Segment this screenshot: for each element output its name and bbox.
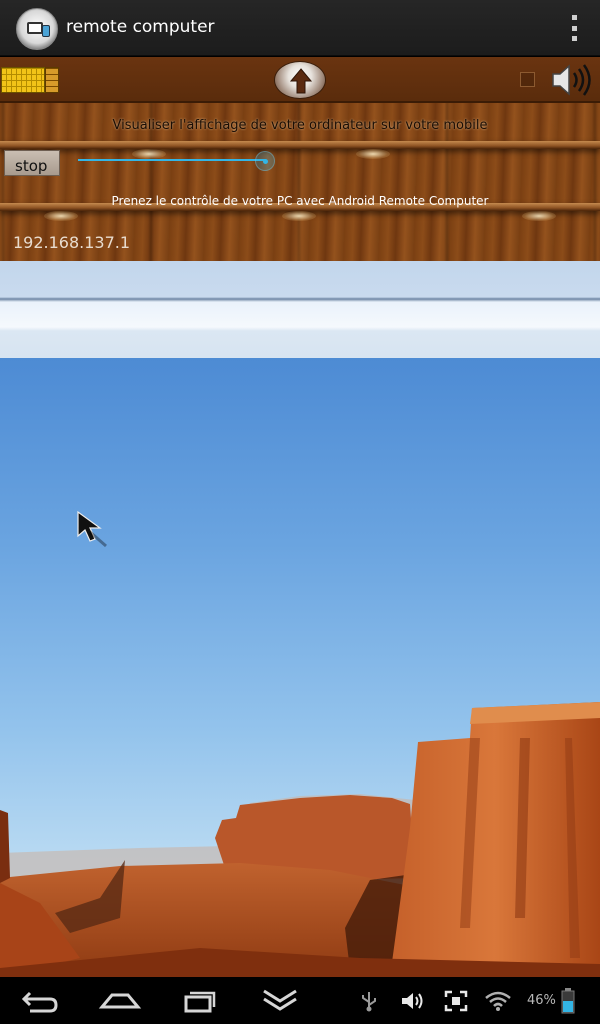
- control-panel: Visualiser l'affichage de votre ordinate…: [0, 57, 600, 261]
- shelf-divider: [0, 141, 600, 149]
- battery-percent: 46%: [527, 993, 556, 1008]
- overflow-menu-icon[interactable]: [570, 15, 578, 41]
- screenshot-icon[interactable]: [444, 990, 468, 1012]
- shelf-light: [522, 211, 556, 221]
- toggle-checkbox[interactable]: [520, 72, 535, 87]
- subtitle-bottom: Prenez le contrôle de votre PC avec Andr…: [111, 194, 489, 208]
- arrow-up-icon: [289, 68, 313, 94]
- speaker-icon[interactable]: [550, 63, 596, 97]
- wifi-icon: [485, 991, 511, 1011]
- usb-icon: [362, 992, 376, 1012]
- back-icon[interactable]: [16, 985, 64, 1015]
- home-icon[interactable]: [96, 985, 144, 1015]
- quality-slider-track[interactable]: [78, 159, 266, 161]
- chevron-down-icon[interactable]: [256, 985, 304, 1015]
- stop-button[interactable]: stop: [4, 150, 60, 176]
- desktop-wallpaper: [0, 702, 600, 977]
- remote-desktop-view[interactable]: [0, 358, 600, 977]
- action-bar: remote computer: [0, 0, 600, 56]
- recent-apps-icon[interactable]: [176, 985, 224, 1015]
- shelf-light: [44, 211, 78, 221]
- ip-address: 192.168.137.1: [13, 233, 131, 252]
- arrow-up-button[interactable]: [274, 61, 326, 99]
- monitor-icon: [27, 22, 43, 34]
- shelf-light: [282, 211, 316, 221]
- toolbar: [0, 57, 600, 103]
- mouse-cursor-icon: [77, 510, 107, 548]
- system-nav-bar: 46%: [0, 977, 600, 1024]
- phone-icon: [42, 25, 50, 37]
- keyboard-icon[interactable]: [1, 67, 59, 93]
- app-title: remote computer: [66, 17, 215, 37]
- subtitle-top: Visualiser l'affichage de votre ordinate…: [112, 118, 488, 133]
- battery-icon: [561, 988, 575, 1014]
- quality-slider-thumb[interactable]: [255, 151, 275, 171]
- volume-icon[interactable]: [400, 990, 426, 1012]
- shelf-light: [356, 149, 390, 159]
- remote-window-chrome: [0, 261, 600, 358]
- shelf-light: [132, 149, 166, 159]
- app-icon[interactable]: [16, 8, 58, 50]
